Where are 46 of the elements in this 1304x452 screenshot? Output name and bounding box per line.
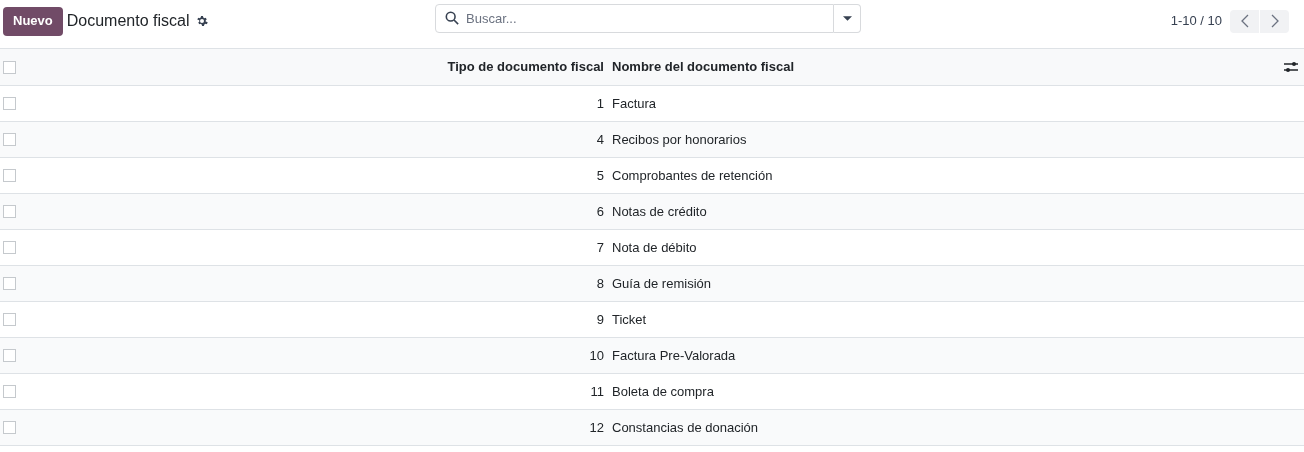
checkbox[interactable] (3, 349, 16, 362)
checkbox[interactable] (3, 385, 16, 398)
dropdown-button[interactable] (834, 4, 861, 33)
table-cell-text: Ticket (612, 310, 647, 329)
table-cell-text: Factura (612, 94, 657, 113)
column-header[interactable]: Tipo de documento fiscal (24, 57, 604, 77)
table-cell-text: 4 (595, 130, 604, 149)
table-cell-text: Guía de remisión (612, 274, 711, 293)
checkbox[interactable] (3, 169, 16, 182)
settings-icon[interactable] (196, 15, 209, 27)
table-cell-text: 6 (595, 202, 604, 221)
table-cell-text: Notas de crédito (612, 202, 707, 221)
table-cell-text: Comprobantes de retención (612, 166, 773, 185)
next-button[interactable] (1260, 9, 1289, 33)
new-button[interactable]: Nuevo (3, 6, 63, 36)
table-cell-text: 5 (595, 166, 604, 185)
table-cell-text: Boleta de compra (612, 382, 714, 401)
chevron-right-icon (1270, 14, 1279, 28)
checkbox[interactable] (3, 241, 16, 254)
table-cell-text: Factura Pre-Valorada (612, 346, 736, 365)
checkbox[interactable] (3, 277, 16, 290)
sliders-icon[interactable] (1284, 61, 1298, 73)
table-cell-text: 8 (595, 274, 604, 293)
chevron-left-icon (1240, 14, 1249, 28)
table-cell-text: 1 (595, 94, 604, 113)
checkbox[interactable] (3, 313, 16, 326)
table-cell-text: 12 (588, 418, 604, 437)
table-cell-text: Nota de débito (612, 238, 697, 257)
table-cell-text: 10 (588, 346, 604, 365)
search-field[interactable]: Buscar... (435, 4, 834, 33)
table-cell-text: Constancias de donación (612, 418, 758, 437)
search-icon (445, 11, 459, 25)
table-cell-text: 9 (595, 310, 604, 329)
page-title: Documento fiscal (66, 11, 190, 31)
checkbox[interactable] (3, 205, 16, 218)
pager-value: 1-10 / 10 (1170, 12, 1222, 31)
checkbox[interactable] (3, 97, 16, 110)
checkbox[interactable] (3, 421, 16, 434)
table-cell-text: 11 (589, 382, 604, 401)
checkbox[interactable] (3, 133, 16, 146)
caret-icon (842, 16, 852, 21)
checkbox[interactable] (3, 60, 16, 74)
table-cell-text: 7 (595, 238, 604, 257)
previous-button[interactable] (1230, 9, 1259, 33)
column-header[interactable]: Nombre del documento fiscal (612, 57, 1284, 77)
table-cell-text: Recibos por honorarios (612, 130, 747, 149)
